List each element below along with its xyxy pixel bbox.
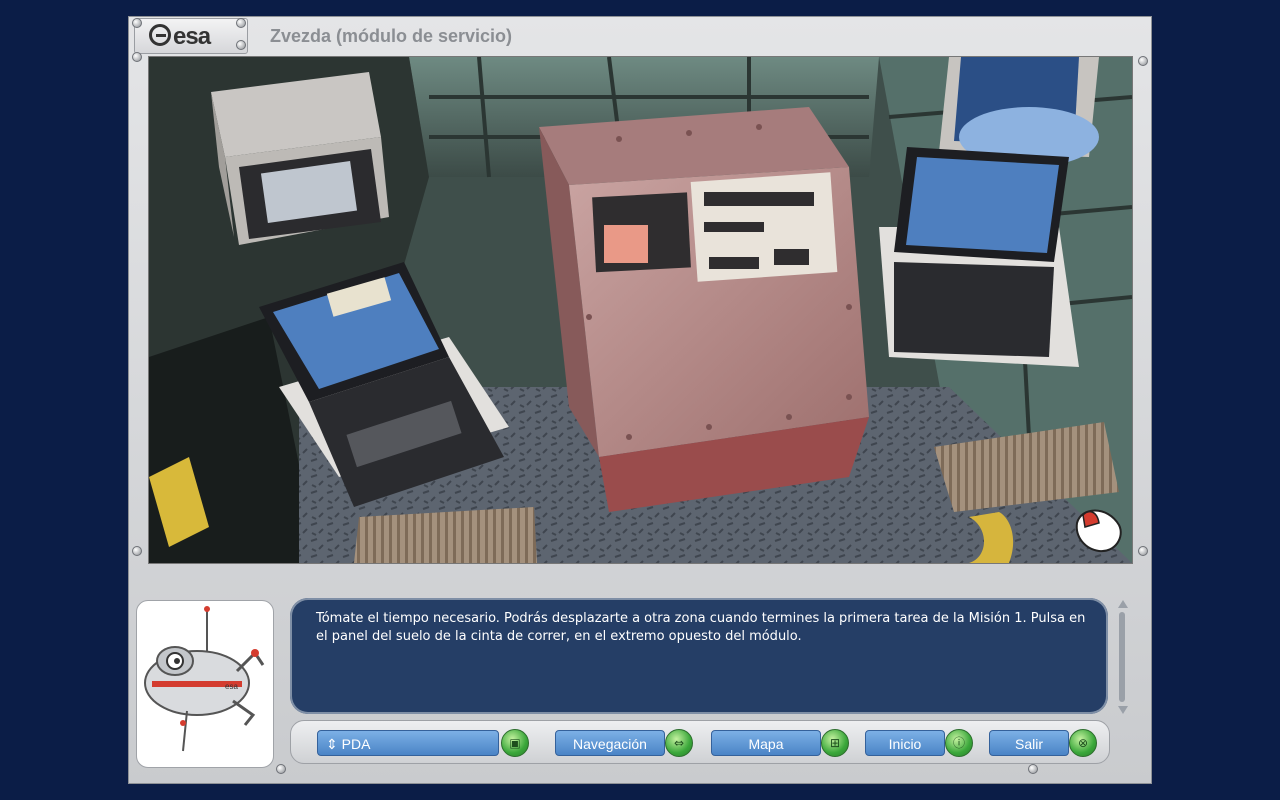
salir-button[interactable]: Salir ⊗ <box>989 729 1097 757</box>
esa-logo-mark-icon <box>149 24 171 46</box>
pda-icon[interactable]: ▣ <box>501 729 529 757</box>
screw-icon <box>132 546 142 556</box>
pda-arrows-icon: ⇕ <box>326 736 338 752</box>
page-title: Zvezda (módulo de servicio) <box>270 26 513 46</box>
app-window: esa Zvezda (módulo de servicio) esa Tóma… <box>128 16 1152 784</box>
message-box: Tómate el tiempo necesario. Podrás despl… <box>290 598 1108 714</box>
nav-bar: ⇕ PDA ▣ Navegación ⇔ Mapa ⊞ Inicio ⓘ Sal… <box>290 720 1110 764</box>
pda-label: PDA <box>341 736 371 752</box>
arrows-icon[interactable]: ⇔ <box>665 729 693 757</box>
mapa-label: Mapa <box>711 730 821 756</box>
pda-pill[interactable]: ⇕ PDA <box>317 730 499 756</box>
screw-icon <box>132 52 142 62</box>
scene-viewport[interactable] <box>148 56 1133 564</box>
inicio-button[interactable]: Inicio ⓘ <box>865 729 973 757</box>
scroll-down-icon[interactable] <box>1118 706 1128 714</box>
module-scene <box>149 57 1132 563</box>
navegacion-label: Navegación <box>555 730 665 756</box>
bottom-panel: esa Tómate el tiempo necesario. Podrás d… <box>128 576 1152 784</box>
robot-icon: esa <box>144 606 265 752</box>
esa-logo-text: esa <box>173 23 211 50</box>
scroll-up-icon[interactable] <box>1118 600 1128 608</box>
navegacion-button[interactable]: Navegación ⇔ <box>555 729 693 757</box>
screw-icon <box>236 18 246 28</box>
message-scrollbar[interactable] <box>1116 598 1130 716</box>
mouse-cursor-icon <box>1075 509 1122 553</box>
screw-icon <box>236 40 246 50</box>
esa-logo: esa <box>134 18 248 54</box>
robot-assistant: esa <box>136 600 274 768</box>
title-bar: esa Zvezda (módulo de servicio) <box>128 16 1152 56</box>
info-icon[interactable]: ⓘ <box>945 729 973 757</box>
mapa-button[interactable]: Mapa ⊞ <box>711 729 849 757</box>
pda-button[interactable]: ⇕ PDA ▣ <box>317 729 529 757</box>
map-icon[interactable]: ⊞ <box>821 729 849 757</box>
screw-icon <box>1138 546 1148 556</box>
exit-icon[interactable]: ⊗ <box>1069 729 1097 757</box>
scroll-thumb[interactable] <box>1119 612 1125 702</box>
screw-icon <box>1138 56 1148 66</box>
salir-label: Salir <box>989 730 1069 756</box>
screw-icon <box>132 18 142 28</box>
svg-text:esa: esa <box>225 682 238 691</box>
message-text: Tómate el tiempo necesario. Podrás despl… <box>316 611 1086 644</box>
inicio-label: Inicio <box>865 730 945 756</box>
